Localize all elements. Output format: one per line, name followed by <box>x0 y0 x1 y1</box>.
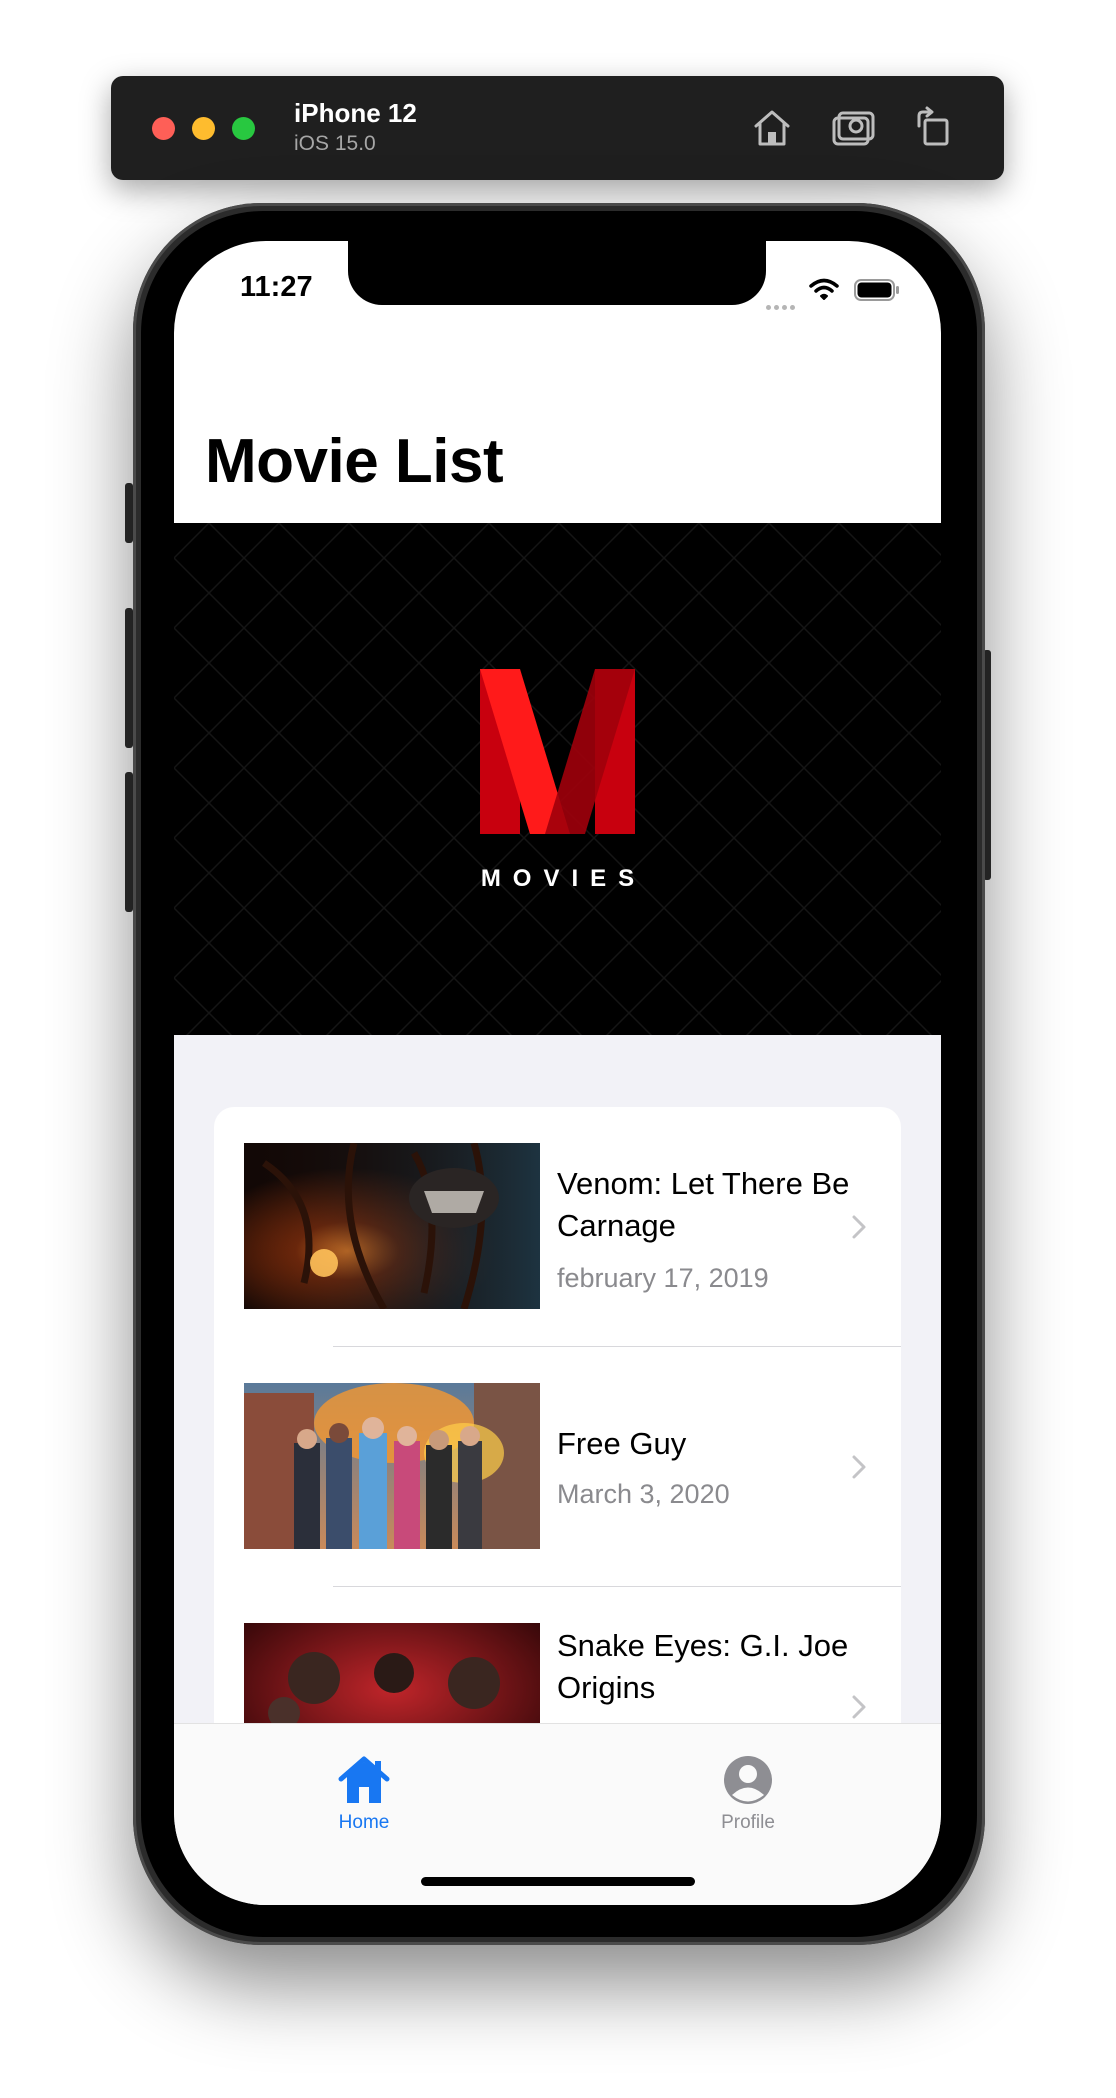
device-screen: 11:27 Movie List MOVIES Venom: Let There… <box>174 241 941 1905</box>
notch <box>348 241 766 305</box>
chevron-right-icon <box>852 1455 866 1479</box>
movie-release-date: March 3, 2020 <box>557 1479 730 1509</box>
rotate-icon <box>917 106 949 146</box>
tab-profile-label: Profile <box>721 1812 775 1833</box>
movie-poster-thumbnail <box>244 1143 540 1309</box>
movies-logo-text: MOVIES <box>480 865 647 892</box>
movie-release-date: february 17, 2019 <box>557 1263 769 1293</box>
volume-up-button <box>125 608 133 748</box>
mute-switch <box>125 483 133 543</box>
movie-list-container: Venom: Let There Be Carnage february 17,… <box>174 1035 941 1807</box>
home-icon <box>754 110 790 146</box>
status-time: 11:27 <box>240 271 313 303</box>
movie-row-venom[interactable]: Venom: Let There Be Carnage february 17,… <box>214 1107 901 1347</box>
home-button[interactable] <box>748 104 796 152</box>
chevron-right-icon <box>852 1695 866 1719</box>
movie-title: Venom: Let There Be Carnage <box>557 1166 850 1243</box>
volume-down-button <box>125 772 133 912</box>
device-name: iPhone 12 <box>294 98 417 128</box>
wifi-icon <box>809 278 839 300</box>
tab-profile[interactable]: Profile <box>648 1754 848 1834</box>
person-circle-icon <box>724 1756 772 1804</box>
tab-home[interactable]: Home <box>264 1754 464 1834</box>
window-zoom-button[interactable] <box>232 117 255 140</box>
screenshot-button[interactable] <box>829 104 877 152</box>
movies-banner: MOVIES <box>174 523 941 1035</box>
home-indicator[interactable] <box>421 1877 695 1886</box>
cellular-signal-icon <box>766 297 798 315</box>
device-os-version: iOS 15.0 <box>294 132 376 155</box>
rotate-button[interactable] <box>909 104 957 152</box>
movie-title: Free Guy <box>557 1426 687 1461</box>
movies-logo-icon <box>480 669 635 834</box>
movie-list-card: Venom: Let There Be Carnage february 17,… <box>214 1107 901 1807</box>
screenshot-icon <box>832 111 875 146</box>
window-close-button[interactable] <box>152 117 175 140</box>
simulator-toolbar: iPhone 12 iOS 15.0 <box>111 76 1004 180</box>
window-minimize-button[interactable] <box>192 117 215 140</box>
movie-title: Snake Eyes: G.I. Joe Origins <box>557 1628 849 1705</box>
page-title: Movie List <box>205 427 504 496</box>
movie-poster-thumbnail <box>244 1383 540 1549</box>
movie-row-free-guy[interactable]: Free Guy March 3, 2020 <box>214 1347 901 1587</box>
house-icon <box>338 1756 390 1803</box>
battery-icon <box>854 279 899 301</box>
chevron-right-icon <box>852 1215 866 1239</box>
tab-home-label: Home <box>338 1812 390 1833</box>
